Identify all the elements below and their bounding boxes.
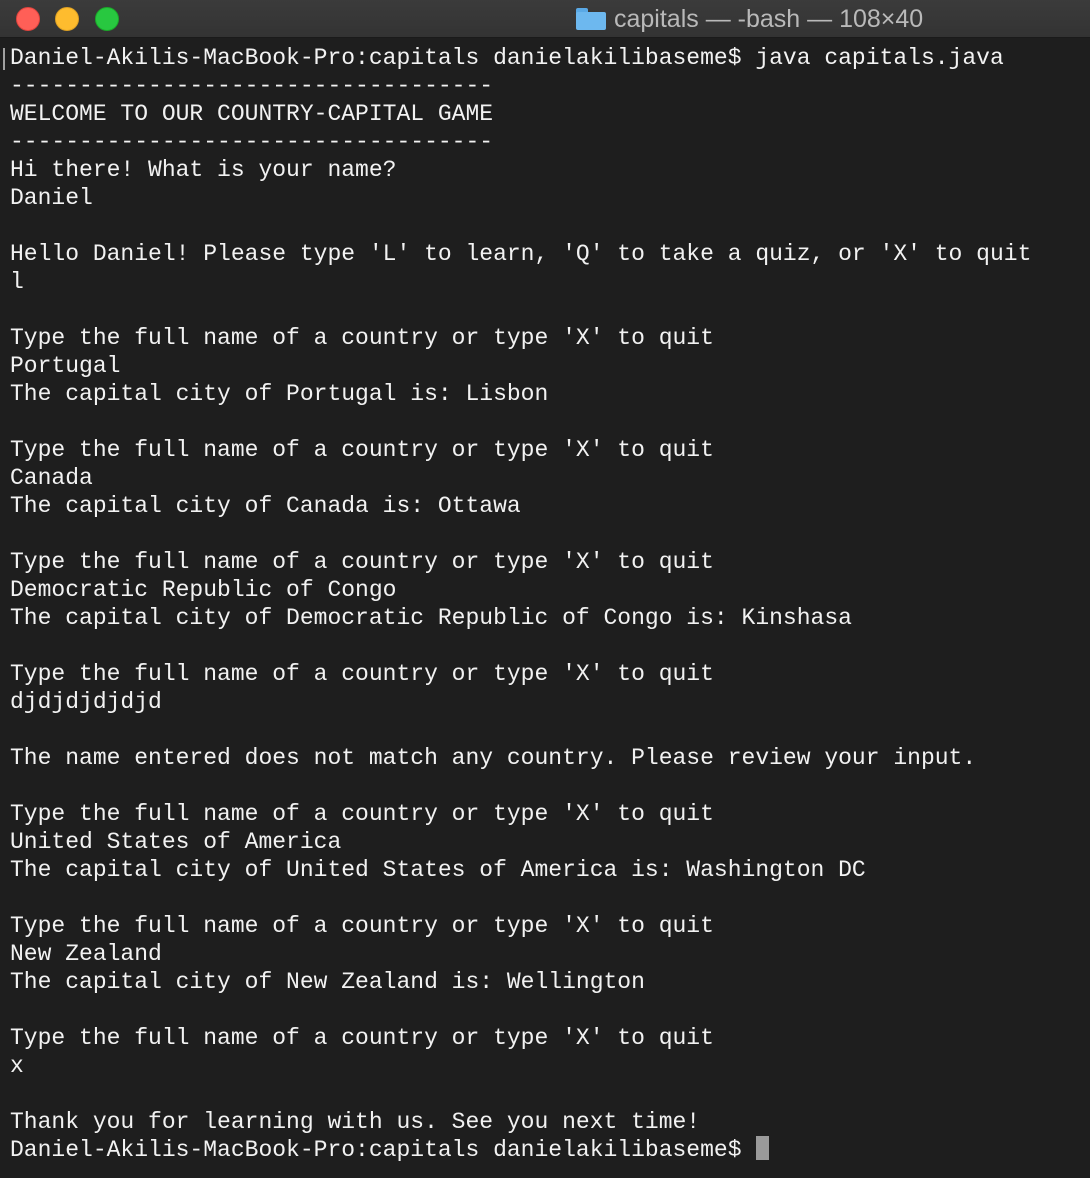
- output-line: Daniel: [10, 185, 93, 211]
- output-line: New Zealand: [10, 941, 162, 967]
- folder-icon: [576, 8, 606, 30]
- output-line: djdjdjdjdjd: [10, 689, 162, 715]
- text-cursor: [755, 1136, 769, 1160]
- output-line: Type the full name of a country or type …: [10, 437, 714, 463]
- output-line: United States of America: [10, 829, 342, 855]
- output-line: x: [10, 1053, 24, 1079]
- terminal-output[interactable]: Daniel-Akilis-MacBook-Pro:capitals danie…: [10, 44, 1085, 1164]
- output-line: -----------------------------------: [10, 73, 494, 99]
- output-line: Thank you for learning with us. See you …: [10, 1109, 701, 1135]
- output-line: The capital city of Democratic Republic …: [10, 605, 852, 631]
- output-line: WELCOME TO OUR COUNTRY-CAPITAL GAME: [10, 101, 494, 127]
- output-line: Type the full name of a country or type …: [10, 1025, 714, 1051]
- output-line: The capital city of United States of Ame…: [10, 857, 866, 883]
- output-line: Democratic Republic of Congo: [10, 577, 397, 603]
- output-line: -----------------------------------: [10, 129, 494, 155]
- output-line: The name entered does not match any coun…: [10, 745, 977, 771]
- output-line: Type the full name of a country or type …: [10, 549, 714, 575]
- output-line: The capital city of Canada is: Ottawa: [10, 493, 521, 519]
- output-line: l: [10, 269, 24, 295]
- output-line: Type the full name of a country or type …: [10, 661, 714, 687]
- terminal-window: capitals — -bash — 108×40 Daniel-Akilis-…: [0, 0, 1090, 1178]
- output-line: Type the full name of a country or type …: [10, 913, 714, 939]
- output-line: Daniel-Akilis-MacBook-Pro:capitals danie…: [10, 45, 1004, 71]
- prompt-line[interactable]: Daniel-Akilis-MacBook-Pro:capitals danie…: [10, 1136, 1085, 1164]
- output-line: Hello Daniel! Please type 'L' to learn, …: [10, 241, 1032, 267]
- minimize-button[interactable]: [55, 7, 79, 31]
- output-line: Type the full name of a country or type …: [10, 325, 714, 351]
- scroll-marker: [3, 48, 5, 70]
- close-button[interactable]: [16, 7, 40, 31]
- window-title-group: capitals — -bash — 108×40: [576, 4, 923, 34]
- title-bar[interactable]: capitals — -bash — 108×40: [0, 0, 1090, 38]
- output-line: Canada: [10, 465, 93, 491]
- output-line: The capital city of Portugal is: Lisbon: [10, 381, 549, 407]
- output-line: Type the full name of a country or type …: [10, 801, 714, 827]
- zoom-button[interactable]: [95, 7, 119, 31]
- output-line: The capital city of New Zealand is: Well…: [10, 969, 645, 995]
- output-line: Portugal: [10, 353, 121, 379]
- shell-prompt: Daniel-Akilis-MacBook-Pro:capitals danie…: [10, 1137, 742, 1163]
- output-line: Hi there! What is your name?: [10, 157, 397, 183]
- window-title: capitals — -bash — 108×40: [614, 4, 924, 33]
